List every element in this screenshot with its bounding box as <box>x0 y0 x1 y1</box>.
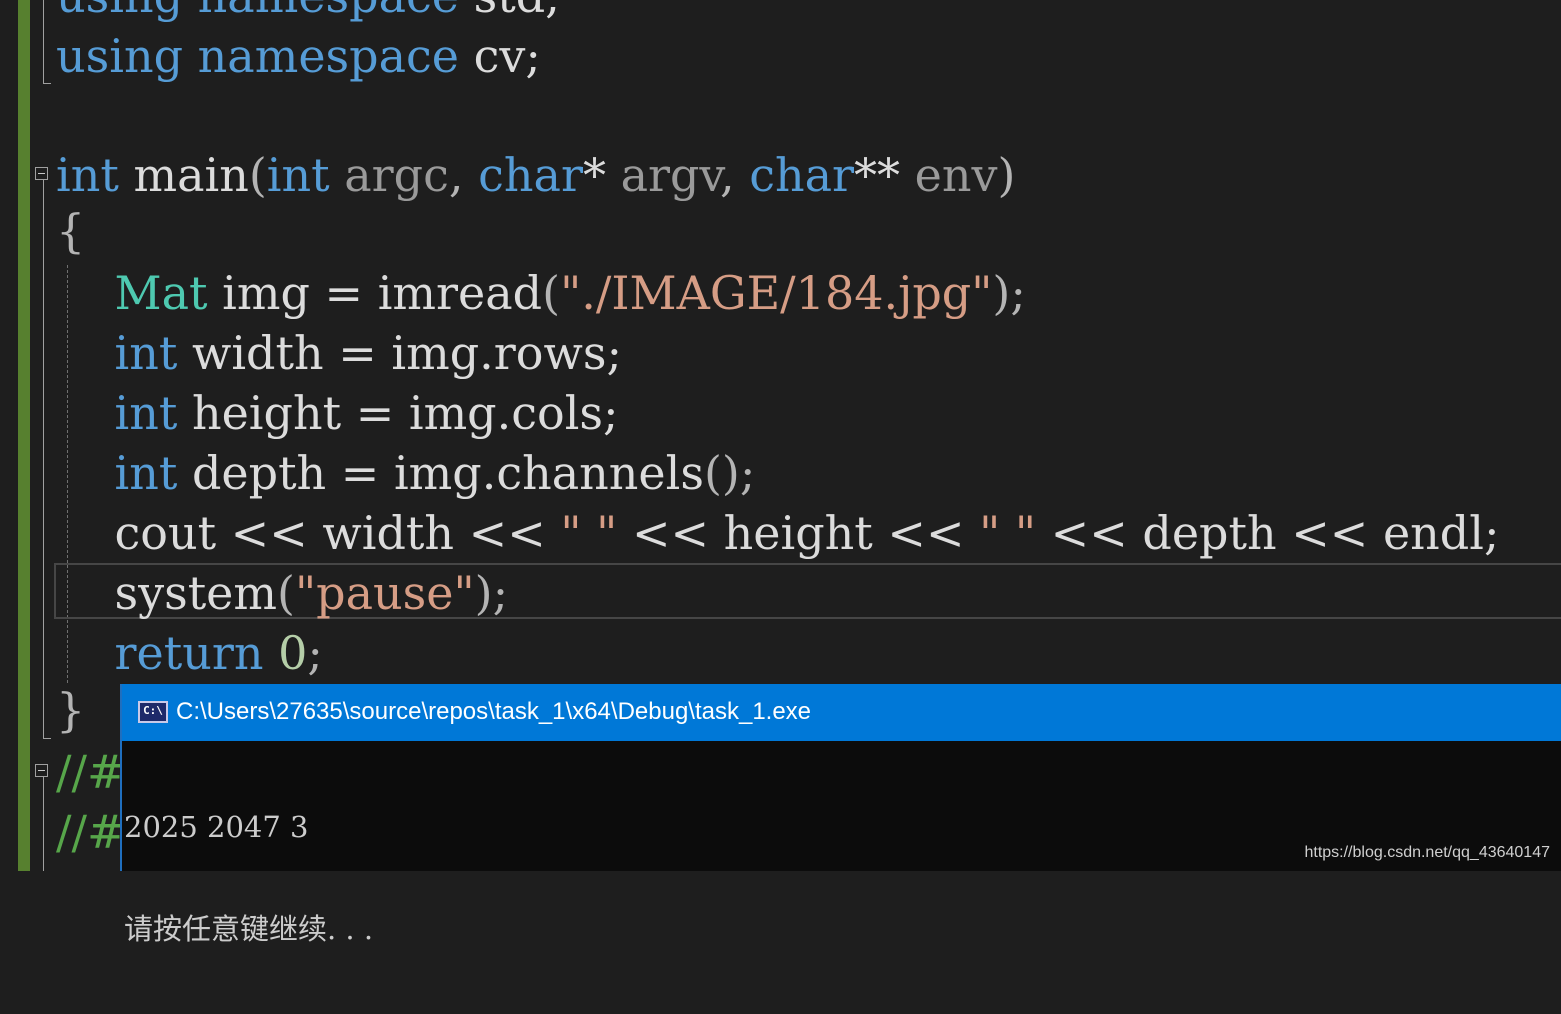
code-token: " " <box>560 506 618 560</box>
code-token: Mat <box>114 266 208 320</box>
code-line-system-pause[interactable]: system("pause"); <box>56 563 508 623</box>
code-token: int <box>114 386 178 440</box>
watermark-text: https://blog.csdn.net/qq_43640147 <box>1304 844 1550 861</box>
code-token: << depth << endl; <box>1036 506 1500 560</box>
code-token: "pause" <box>294 566 475 620</box>
code-token: namespace <box>198 0 459 23</box>
code-token: ; <box>307 626 323 680</box>
code-token: { <box>56 204 86 258</box>
console-output-line: 请按任意键继续. . . <box>124 912 374 946</box>
code-token: std; <box>459 0 561 23</box>
code-token: ) <box>997 148 1016 202</box>
code-token: cv; <box>459 29 541 83</box>
code-token: ); <box>474 566 509 620</box>
code-token: argc <box>344 148 449 202</box>
code-token: system <box>56 566 278 620</box>
code-token: char <box>749 148 855 202</box>
code-token: //# <box>56 805 126 859</box>
code-line-imread[interactable]: Mat img = imread("./IMAGE/184.jpg"); <box>56 263 1026 323</box>
code-line-cout[interactable]: cout << width << " " << height << " " <<… <box>56 503 1499 563</box>
code-token: using <box>56 0 183 23</box>
fold-guide-line <box>43 180 44 738</box>
code-token: //# <box>56 745 126 799</box>
code-token: namespace <box>197 29 460 83</box>
code-token: "./IMAGE/184.jpg" <box>560 266 993 320</box>
fold-collapse-icon[interactable] <box>35 764 48 777</box>
fold-guide-line <box>43 777 44 871</box>
code-token: 0 <box>278 626 308 680</box>
code-token: int <box>266 148 330 202</box>
code-line-main-signature[interactable]: int main(int argc, char* argv, char** en… <box>56 145 1015 205</box>
code-line-width[interactable]: int width = img.rows; <box>56 323 622 383</box>
code-line-close-brace[interactable]: } <box>56 680 85 740</box>
fold-guide-end <box>43 738 51 739</box>
code-token: main <box>118 148 249 202</box>
code-token: int <box>114 326 178 380</box>
console-app-icon: C:\ <box>138 701 168 723</box>
fold-guide-line <box>43 0 44 84</box>
fold-guide-end <box>43 83 51 84</box>
code-token: env <box>914 148 998 202</box>
console-titlebar[interactable]: C:\ C:\Users\27635\source\repos\task_1\x… <box>120 684 1561 741</box>
code-token: using <box>56 29 184 83</box>
code-token: ); <box>992 266 1026 320</box>
console-output-line: 2025 2047 3 <box>124 810 309 844</box>
code-token: , <box>719 148 750 202</box>
console-window-title: C:\Users\27635\source\repos\task_1\x64\D… <box>176 698 812 725</box>
code-token: return <box>114 626 264 680</box>
code-token: ** <box>854 148 915 202</box>
code-line-using-std[interactable]: using namespace std; <box>56 0 561 26</box>
code-line-comment[interactable]: //# <box>56 742 126 802</box>
console-border <box>120 741 122 871</box>
code-line-return[interactable]: return 0; <box>56 623 323 683</box>
code-token: << height << <box>617 506 980 560</box>
code-token: height = img.cols; <box>177 386 619 440</box>
console-window[interactable]: C:\ C:\Users\27635\source\repos\task_1\x… <box>120 684 1561 946</box>
code-token: argv <box>620 148 720 202</box>
code-token: , <box>448 148 479 202</box>
code-token: width = img.rows; <box>177 326 622 380</box>
code-token: ( <box>542 266 561 320</box>
code-token: img = imread <box>207 266 543 320</box>
code-token: char <box>478 148 583 202</box>
code-line-open-brace[interactable]: { <box>56 201 85 261</box>
code-token: int <box>56 148 119 202</box>
code-line-depth[interactable]: int depth = img.channels(); <box>56 443 756 503</box>
console-output[interactable]: 2025 2047 3 请按任意键继续. . . <box>124 742 373 1014</box>
code-token: } <box>56 683 86 737</box>
code-token: " " <box>979 506 1037 560</box>
code-token: ( <box>248 148 267 202</box>
code-token: ( <box>277 566 295 620</box>
code-line-using-cv[interactable]: using namespace cv; <box>56 26 541 86</box>
code-token: depth = img.channels <box>177 446 704 500</box>
change-indicator-bar <box>18 0 30 871</box>
fold-collapse-icon[interactable] <box>35 167 48 180</box>
code-token: (); <box>703 446 756 500</box>
code-line-comment[interactable]: //# <box>56 802 126 862</box>
code-line-height[interactable]: int height = img.cols; <box>56 383 619 443</box>
code-token: int <box>114 446 178 500</box>
code-token: cout << width << <box>56 506 561 560</box>
code-token: * <box>582 148 621 202</box>
